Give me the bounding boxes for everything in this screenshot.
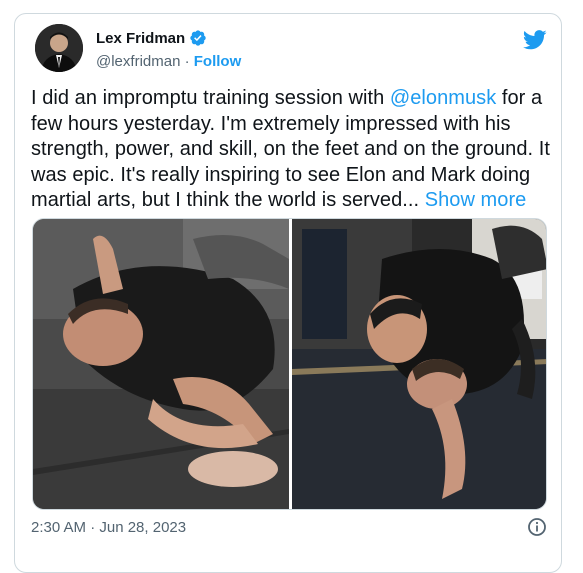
photo-left[interactable]	[33, 219, 289, 509]
show-more-link[interactable]: Show more	[425, 189, 527, 211]
author-handle-row: @lexfridman · Follow	[96, 53, 241, 70]
tweet-text-before: I did an impromptu training session with	[31, 87, 390, 109]
follow-button[interactable]: Follow	[194, 53, 242, 70]
photo-right[interactable]	[292, 219, 546, 509]
mention-link[interactable]: @elonmusk	[390, 87, 496, 109]
handle-separator: ·	[180, 53, 194, 70]
tweet-text: I did an impromptu training session with…	[31, 86, 551, 214]
author-name[interactable]: Lex Fridman	[96, 30, 185, 47]
author-handle[interactable]: @lexfridman	[96, 53, 180, 70]
author-name-row: Lex Fridman	[96, 29, 207, 47]
tweet-card[interactable]: Lex Fridman @lexfridman · Follow I did a…	[14, 13, 562, 573]
tweet-timestamp[interactable]: 2:30 AM · Jun 28, 2023	[31, 519, 186, 536]
twitter-bird-icon[interactable]	[523, 30, 547, 50]
info-icon[interactable]	[527, 517, 547, 537]
avatar[interactable]	[35, 24, 83, 72]
verified-badge-icon	[190, 30, 206, 46]
media-grid	[32, 218, 547, 510]
